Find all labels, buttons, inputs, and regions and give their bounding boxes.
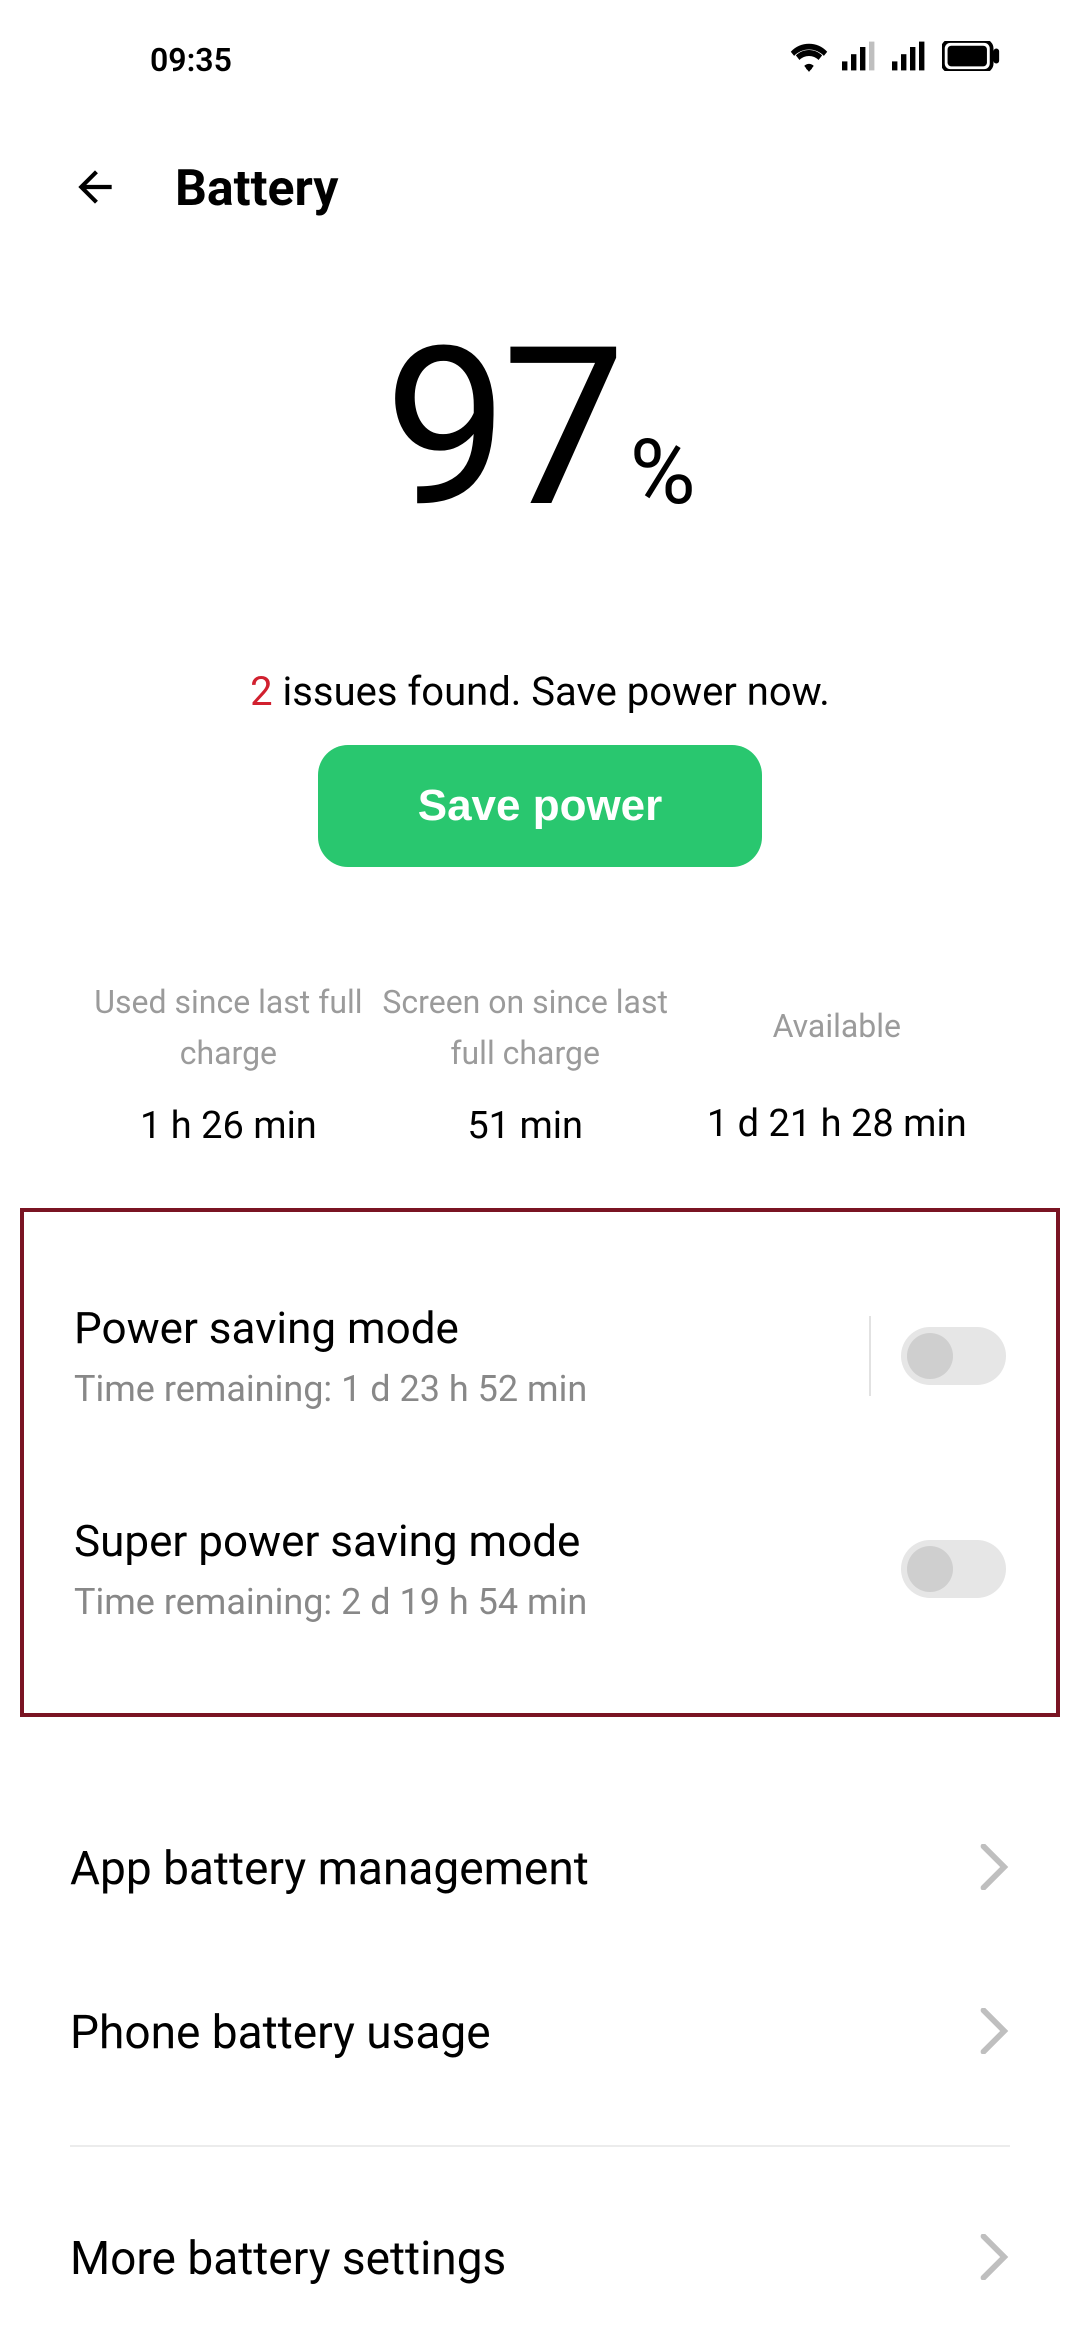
issues-text: 2 issues found. Save power now. bbox=[0, 668, 1080, 715]
signal-1-icon bbox=[842, 41, 878, 79]
app-bar: Battery bbox=[0, 100, 1080, 248]
battery-icon bbox=[942, 41, 1000, 79]
status-bar: 09:35 bbox=[0, 0, 1080, 100]
stat-used: Used since last full charge 1 h 26 min bbox=[80, 977, 377, 1148]
power-saving-row[interactable]: Power saving mode Time remaining: 1 d 23… bbox=[74, 1272, 1006, 1440]
power-modes-highlight: Power saving mode Time remaining: 1 d 23… bbox=[20, 1208, 1060, 1717]
status-time: 09:35 bbox=[150, 41, 232, 79]
list-divider bbox=[70, 2145, 1010, 2147]
super-saving-toggle[interactable] bbox=[901, 1540, 1006, 1598]
power-saving-title: Power saving mode bbox=[74, 1302, 587, 1354]
settings-list: App battery management Phone battery usa… bbox=[0, 1787, 1080, 2341]
app-battery-management-row[interactable]: App battery management bbox=[70, 1787, 1010, 1951]
wifi-icon bbox=[790, 40, 828, 80]
more-battery-settings-row[interactable]: More battery settings bbox=[70, 2177, 1010, 2341]
stat-screen-label: Screen on since last full charge bbox=[377, 977, 674, 1079]
stat-used-value: 1 h 26 min bbox=[80, 1104, 377, 1148]
phone-battery-usage-row[interactable]: Phone battery usage bbox=[70, 1951, 1010, 2115]
stat-screen-value: 51 min bbox=[377, 1104, 674, 1148]
chevron-right-icon bbox=[980, 2008, 1010, 2058]
vertical-divider bbox=[869, 1316, 871, 1396]
super-saving-sub: Time remaining: 2 d 19 h 54 min bbox=[74, 1581, 587, 1623]
stat-used-label: Used since last full charge bbox=[80, 977, 377, 1079]
battery-percent: 97 % bbox=[384, 318, 695, 538]
super-saving-row[interactable]: Super power saving mode Time remaining: … bbox=[74, 1485, 1006, 1653]
issues-suffix: issues found. Save power now. bbox=[273, 668, 830, 715]
super-saving-title: Super power saving mode bbox=[74, 1515, 587, 1567]
signal-2-icon bbox=[892, 41, 928, 79]
battery-percent-value: 97 bbox=[384, 318, 619, 538]
stat-screen: Screen on since last full charge 51 min bbox=[377, 977, 674, 1148]
phone-battery-usage-label: Phone battery usage bbox=[70, 2006, 491, 2060]
chevron-right-icon bbox=[980, 2234, 1010, 2284]
battery-percent-symbol: % bbox=[630, 420, 696, 525]
stats-row: Used since last full charge 1 h 26 min S… bbox=[0, 977, 1080, 1148]
status-icons bbox=[790, 40, 1000, 80]
stat-available-label: Available bbox=[674, 977, 1000, 1077]
chevron-right-icon bbox=[980, 1844, 1010, 1894]
more-battery-settings-label: More battery settings bbox=[70, 2232, 506, 2286]
power-saving-toggle[interactable] bbox=[901, 1327, 1006, 1385]
save-power-button[interactable]: Save power bbox=[318, 745, 763, 867]
stat-available-value: 1 d 21 h 28 min bbox=[674, 1102, 1000, 1146]
battery-hero: 97 % 2 issues found. Save power now. Sav… bbox=[0, 318, 1080, 867]
app-battery-management-label: App battery management bbox=[70, 1842, 589, 1896]
power-saving-sub: Time remaining: 1 d 23 h 52 min bbox=[74, 1368, 587, 1410]
page-title: Battery bbox=[175, 160, 338, 218]
issues-count: 2 bbox=[250, 668, 272, 715]
back-icon[interactable] bbox=[70, 162, 120, 216]
stat-available: Available 1 d 21 h 28 min bbox=[674, 977, 1000, 1148]
